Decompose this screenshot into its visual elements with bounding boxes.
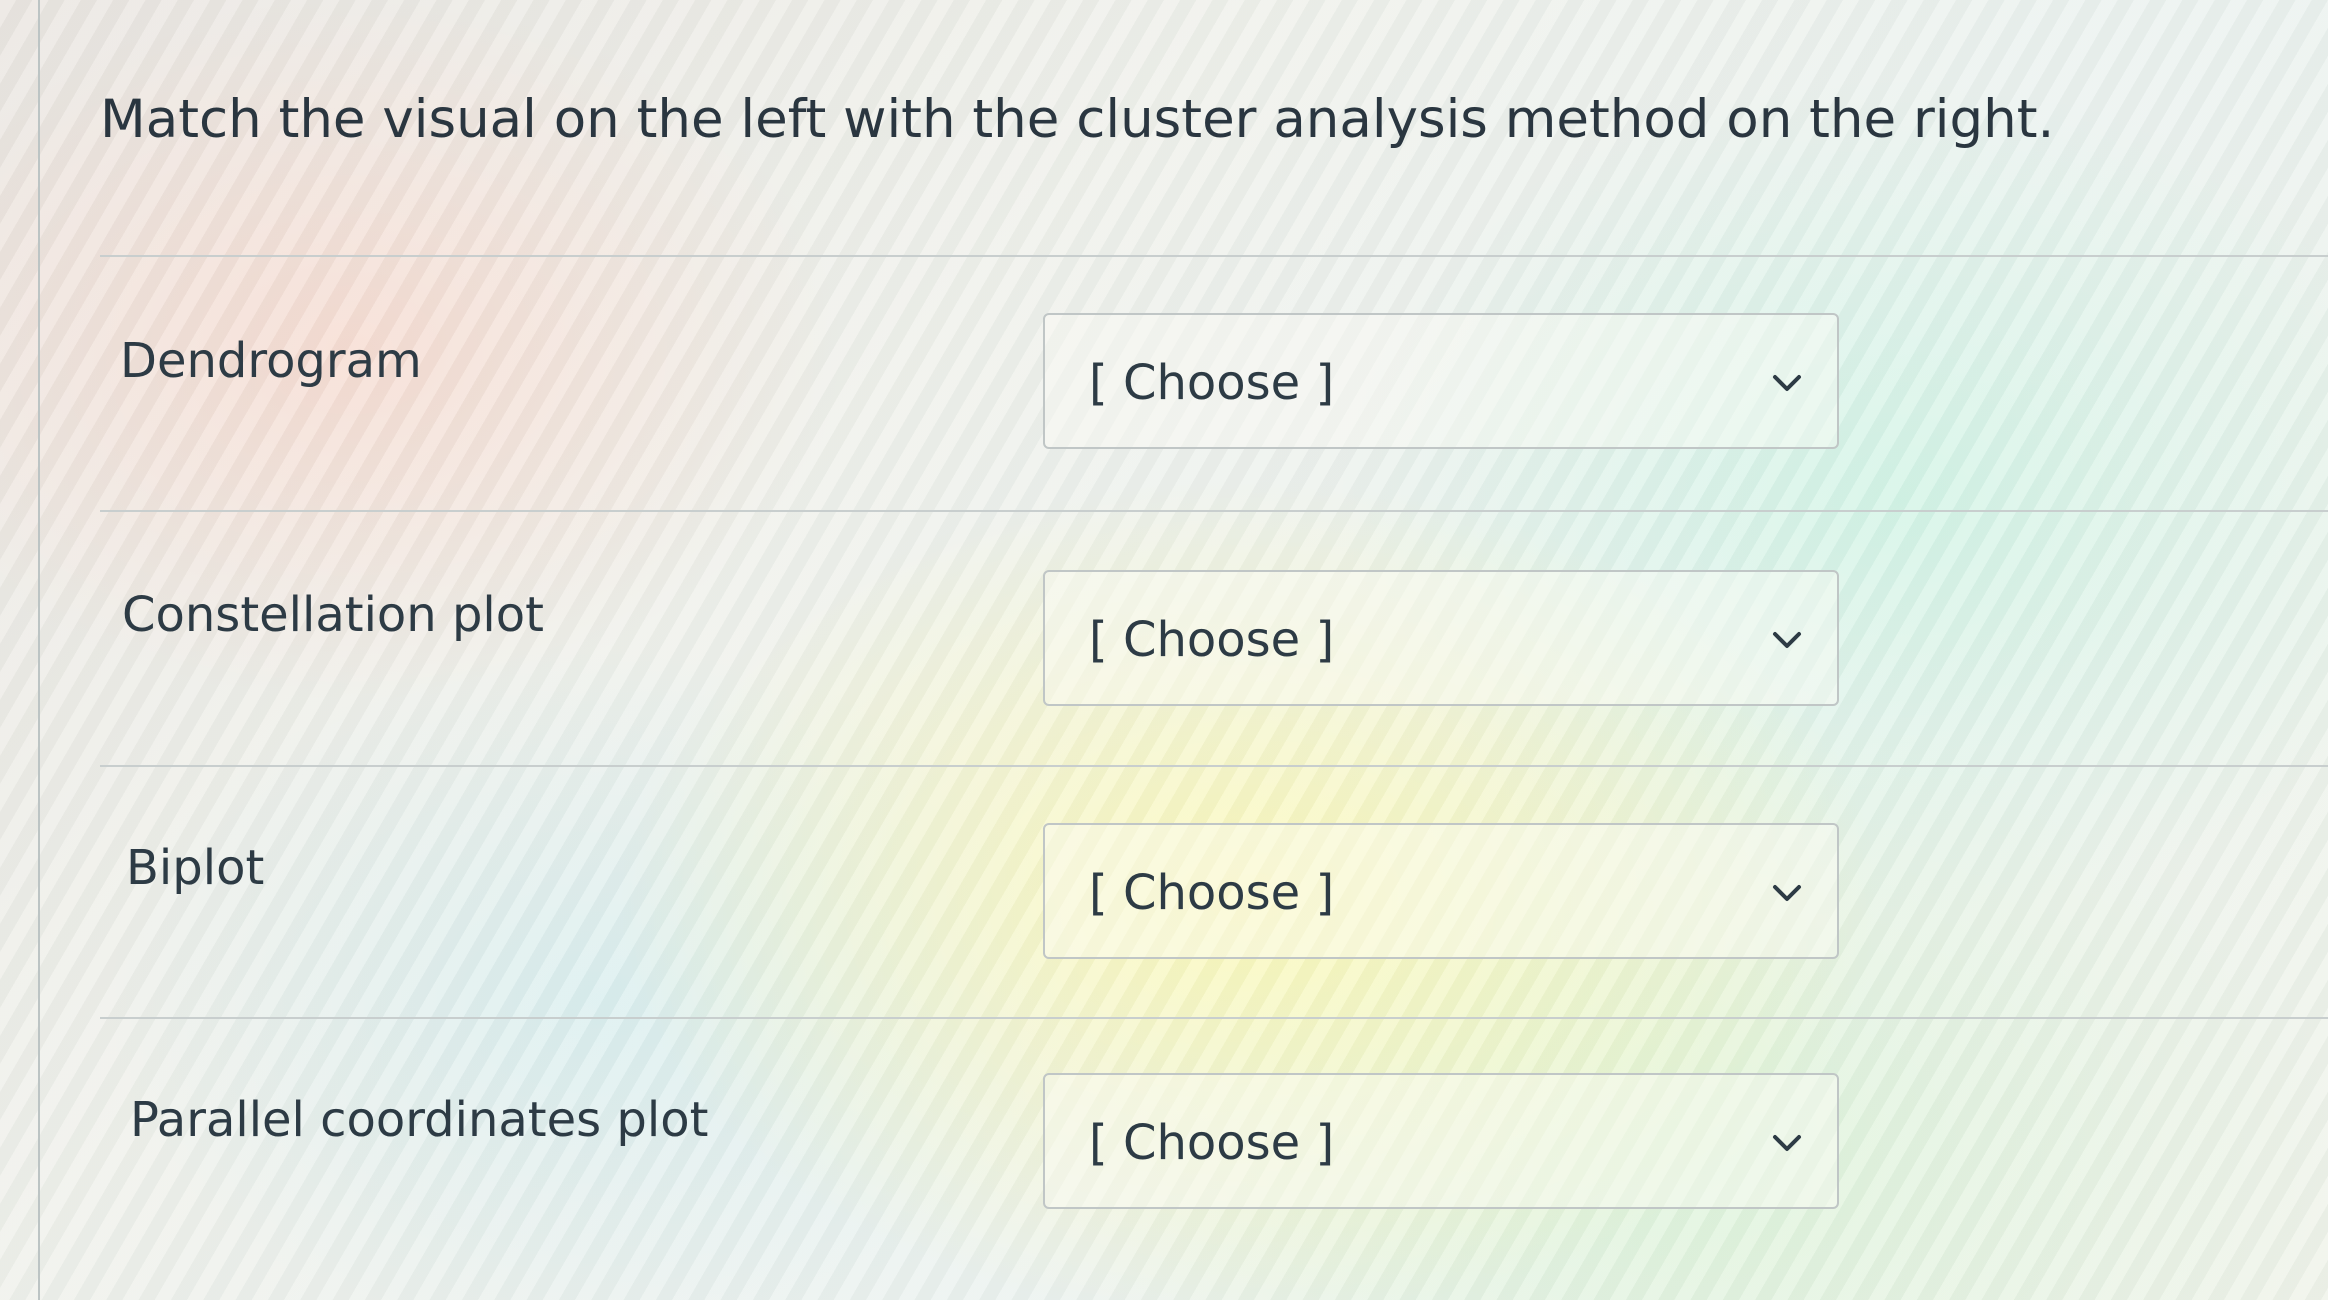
match-prompt-constellation-plot: Constellation plot [122, 587, 544, 643]
answer-select-constellation-plot[interactable]: [ Choose ] [1043, 570, 1839, 706]
answer-select-parallel-coordinates-plot[interactable]: [ Choose ] [1043, 1073, 1839, 1209]
row-divider [100, 510, 2328, 512]
chevron-down-icon [1773, 375, 1801, 391]
answer-select-biplot[interactable]: [ Choose ] [1043, 823, 1839, 959]
match-prompt-parallel-coordinates-plot: Parallel coordinates plot [130, 1092, 709, 1148]
content-left-border [38, 0, 40, 1300]
row-divider [100, 765, 2328, 767]
select-value: [ Choose ] [1089, 612, 1335, 668]
select-value: [ Choose ] [1089, 1115, 1335, 1171]
select-value: [ Choose ] [1089, 865, 1335, 921]
match-prompt-biplot: Biplot [126, 840, 265, 896]
row-divider [100, 1017, 2328, 1019]
answer-select-dendrogram[interactable]: [ Choose ] [1043, 313, 1839, 449]
chevron-down-icon [1773, 632, 1801, 648]
chevron-down-icon [1773, 885, 1801, 901]
chevron-down-icon [1773, 1135, 1801, 1151]
question-text: Match the visual on the left with the cl… [100, 89, 2055, 150]
select-value: [ Choose ] [1089, 355, 1335, 411]
match-prompt-dendrogram: Dendrogram [120, 333, 422, 389]
row-divider [100, 255, 2328, 257]
